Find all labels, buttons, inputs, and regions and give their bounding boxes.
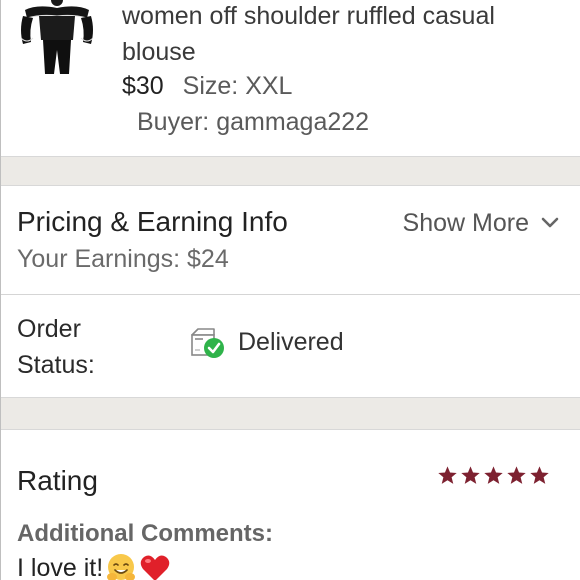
pricing-earning-section: Pricing & Earning Info Your Earnings: $2… [1,187,580,294]
order-status-label: Order Status: [17,315,95,379]
order-status-value: Delivered [238,328,344,356]
hugging-face-emoji [107,554,136,580]
star-rating [437,465,550,486]
star-icon [484,466,503,484]
star-icon [507,466,526,484]
box-check-icon [191,328,224,358]
star-icon [530,466,549,484]
product-price: $30 [122,72,164,100]
chevron-down-icon [541,217,559,228]
product-summary[interactable]: women off shoulder ruffled casual blouse… [1,0,580,156]
your-earnings: Your Earnings: $24 [17,245,229,273]
star-icon [461,466,480,484]
buyer-name[interactable]: Buyer: gammaga222 [137,106,369,138]
star-icon [438,466,457,484]
blouse-thumbnail[interactable] [17,0,95,74]
price-size-row: $30 Size: XXL [122,70,292,102]
section-separator [1,397,580,430]
product-title[interactable]: women off shoulder ruffled casual blouse [122,0,562,70]
order-details-screen: women off shoulder ruffled casual blouse… [0,0,580,580]
product-size: Size: XXL [182,72,293,100]
rating-title: Rating [17,465,98,496]
show-more-label: Show More [402,209,529,237]
pricing-section-title: Pricing & Earning Info [17,206,288,237]
comment: I love it! [17,552,171,580]
red-heart-emoji [140,555,170,580]
rating-section: Rating Additional Comments: I love it! [1,430,580,580]
additional-comments-label: Additional Comments: [17,520,273,547]
order-status-section: Order Status: Delivered [1,295,580,397]
comment-text: I love it! [17,554,104,580]
show-more-button[interactable]: Show More [403,207,559,239]
section-separator [1,156,580,186]
